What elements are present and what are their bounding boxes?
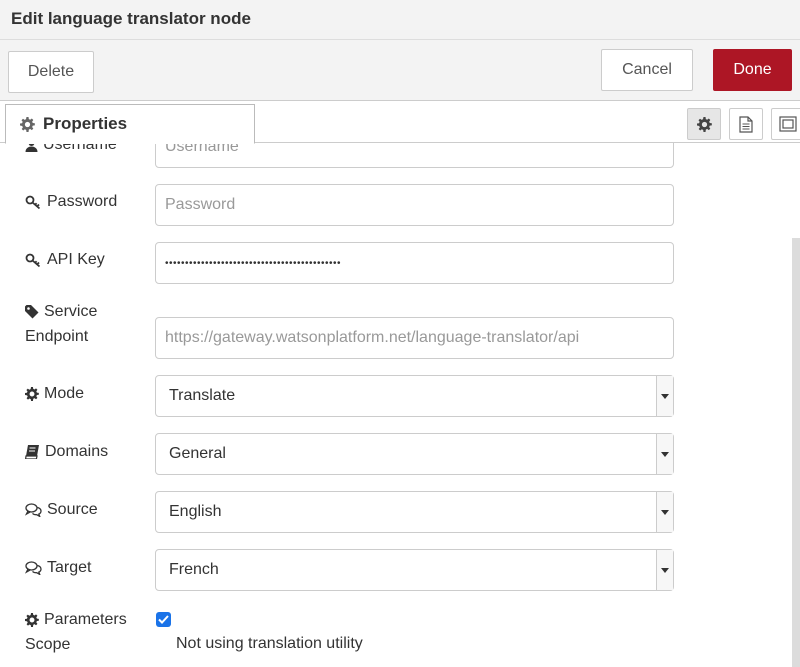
target-label: Target bbox=[25, 559, 91, 577]
user-icon bbox=[25, 143, 38, 152]
comments-icon bbox=[25, 561, 42, 575]
done-button[interactable]: Done bbox=[713, 49, 792, 91]
gear-icon bbox=[25, 612, 39, 627]
endpoint-label: Service Endpoint bbox=[25, 303, 98, 345]
gear-icon bbox=[696, 116, 712, 132]
tab-properties-label: Properties bbox=[43, 114, 128, 133]
properties-panel: Username Username Password Password API … bbox=[0, 143, 800, 667]
appearance-tab-button[interactable] bbox=[771, 108, 800, 140]
dialog-header: Edit language translator node bbox=[0, 0, 800, 40]
settings-tab-button[interactable] bbox=[687, 108, 721, 140]
source-select[interactable]: English bbox=[155, 491, 674, 533]
chevron-down-icon bbox=[656, 550, 673, 590]
delete-button[interactable]: Delete bbox=[8, 51, 94, 93]
username-label: Username bbox=[25, 143, 117, 154]
tab-bar: Properties bbox=[0, 101, 800, 144]
scrollbar[interactable] bbox=[792, 238, 800, 667]
source-label: Source bbox=[25, 501, 98, 519]
params-checkbox[interactable] bbox=[156, 612, 171, 627]
password-input[interactable]: Password bbox=[155, 184, 674, 226]
mode-select[interactable]: Translate bbox=[155, 375, 674, 417]
tab-properties[interactable]: Properties bbox=[5, 104, 255, 144]
description-tab-button[interactable] bbox=[729, 108, 763, 140]
username-input[interactable]: Username bbox=[155, 143, 674, 168]
key-icon bbox=[25, 253, 42, 268]
cancel-button[interactable]: Cancel bbox=[601, 49, 693, 91]
chevron-down-icon bbox=[656, 434, 673, 474]
tag-icon bbox=[25, 304, 39, 319]
dialog-toolbar: Delete Cancel Done bbox=[0, 40, 800, 101]
key-icon bbox=[25, 195, 42, 210]
comments-icon bbox=[25, 503, 42, 517]
params-label: Parameters Scope bbox=[25, 611, 127, 653]
chevron-down-icon bbox=[656, 376, 673, 416]
domains-select[interactable]: General bbox=[155, 433, 674, 475]
gear-icon bbox=[20, 116, 35, 132]
check-icon bbox=[158, 615, 169, 624]
endpoint-input[interactable]: https://gateway.watsonplatform.net/langu… bbox=[155, 317, 674, 359]
domains-label: Domains bbox=[25, 443, 108, 461]
password-label: Password bbox=[25, 193, 117, 211]
apikey-label: API Key bbox=[25, 251, 105, 269]
params-note: Not using translation utility bbox=[176, 635, 363, 652]
mode-label: Mode bbox=[25, 385, 84, 403]
book-icon bbox=[25, 445, 40, 459]
dialog-title: Edit language translator node bbox=[11, 9, 251, 28]
gear-icon bbox=[25, 387, 39, 401]
chevron-down-icon bbox=[656, 492, 673, 532]
file-icon bbox=[739, 115, 753, 133]
frame-icon bbox=[779, 116, 797, 132]
target-select[interactable]: French bbox=[155, 549, 674, 591]
apikey-input[interactable]: ••••••••••••••••••••••••••••••••••••••••… bbox=[155, 242, 674, 284]
